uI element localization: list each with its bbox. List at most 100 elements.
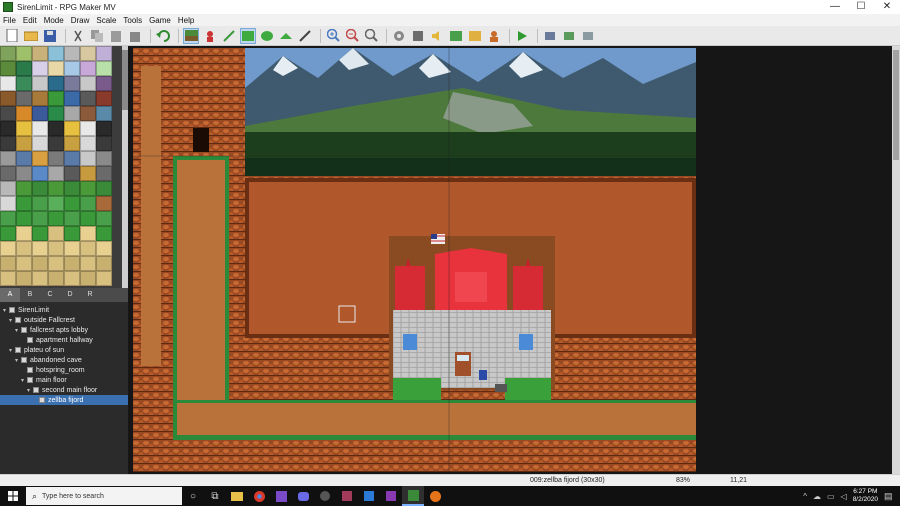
tile[interactable] xyxy=(80,136,96,151)
app-icon-generic[interactable] xyxy=(336,486,358,506)
tile[interactable] xyxy=(16,61,32,76)
tile[interactable] xyxy=(16,226,32,241)
cut-button[interactable] xyxy=(70,28,86,44)
tile[interactable] xyxy=(32,211,48,226)
tile[interactable] xyxy=(48,241,64,256)
tile[interactable] xyxy=(80,151,96,166)
tile[interactable] xyxy=(32,121,48,136)
tile[interactable] xyxy=(64,151,80,166)
tile[interactable] xyxy=(64,106,80,121)
tile[interactable] xyxy=(80,76,96,91)
tile[interactable] xyxy=(96,271,112,286)
tile[interactable] xyxy=(32,46,48,61)
rectangle-button[interactable] xyxy=(240,27,256,44)
tool-b-button[interactable] xyxy=(561,28,577,44)
taskbar-clock[interactable]: 6:27 PM 8/2/2020 xyxy=(853,488,878,504)
network-icon[interactable]: ▭ xyxy=(827,492,835,501)
tile[interactable] xyxy=(96,196,112,211)
tile[interactable] xyxy=(16,121,32,136)
tile[interactable] xyxy=(48,136,64,151)
scrollbar-thumb[interactable] xyxy=(893,50,899,160)
app-icon-store[interactable] xyxy=(358,486,380,506)
tile[interactable] xyxy=(0,76,16,91)
notifications-icon[interactable]: ▤ xyxy=(884,491,900,502)
tile[interactable] xyxy=(96,121,112,136)
plugin-manager-button[interactable] xyxy=(410,28,426,44)
tab-a[interactable]: A xyxy=(0,288,20,302)
tile[interactable] xyxy=(96,166,112,181)
menu-tools[interactable]: Tools xyxy=(123,16,142,25)
sound-test-button[interactable] xyxy=(429,28,445,44)
tile[interactable] xyxy=(80,241,96,256)
tile[interactable] xyxy=(96,46,112,61)
tile[interactable] xyxy=(32,151,48,166)
delete-button[interactable] xyxy=(127,28,143,44)
maximize-button[interactable]: ☐ xyxy=(848,0,874,14)
close-button[interactable]: ✕ xyxy=(874,0,900,14)
tile[interactable] xyxy=(48,256,64,271)
flood-fill-button[interactable] xyxy=(278,28,294,44)
tile[interactable] xyxy=(0,226,16,241)
minimize-button[interactable]: — xyxy=(822,0,848,14)
undo-button[interactable] xyxy=(155,28,171,44)
tile[interactable] xyxy=(80,271,96,286)
tile[interactable] xyxy=(80,106,96,121)
start-button[interactable] xyxy=(0,486,26,506)
tile[interactable] xyxy=(96,211,112,226)
tree-item[interactable]: ▾ plateu of sun xyxy=(0,345,128,355)
tile[interactable] xyxy=(0,121,16,136)
tile[interactable] xyxy=(64,241,80,256)
tile[interactable] xyxy=(96,136,112,151)
copy-button[interactable] xyxy=(89,28,105,44)
tile[interactable] xyxy=(64,121,80,136)
rpg-maker-taskbar-icon[interactable] xyxy=(402,486,424,506)
tile[interactable] xyxy=(16,181,32,196)
tile[interactable] xyxy=(16,106,32,121)
tile[interactable] xyxy=(32,76,48,91)
map-vertical-scrollbar[interactable] xyxy=(892,46,900,474)
menu-mode[interactable]: Mode xyxy=(44,16,64,25)
pencil-button[interactable] xyxy=(221,28,237,44)
menu-game[interactable]: Game xyxy=(149,16,171,25)
tile[interactable] xyxy=(96,241,112,256)
tile[interactable] xyxy=(64,196,80,211)
tile[interactable] xyxy=(64,76,80,91)
tile[interactable] xyxy=(0,211,16,226)
tile[interactable] xyxy=(0,241,16,256)
tile[interactable] xyxy=(64,181,80,196)
cloud-icon[interactable]: ☁ xyxy=(813,492,821,501)
tile[interactable] xyxy=(16,91,32,106)
tile[interactable] xyxy=(32,166,48,181)
tab-d[interactable]: D xyxy=(60,288,80,302)
tile[interactable] xyxy=(80,46,96,61)
tile[interactable] xyxy=(48,196,64,211)
tree-item[interactable]: ▾ abandoned cave xyxy=(0,355,128,365)
zoom-in-button[interactable] xyxy=(325,28,341,44)
cortana-icon[interactable]: ○ xyxy=(182,486,204,506)
shadow-pen-button[interactable] xyxy=(297,28,313,44)
tile-grid[interactable] xyxy=(0,46,128,286)
database-button[interactable] xyxy=(391,28,407,44)
tile[interactable] xyxy=(80,61,96,76)
tree-item[interactable]: ▾ SirenLimit xyxy=(0,305,128,315)
tab-r[interactable]: R xyxy=(80,288,100,302)
tile[interactable] xyxy=(48,76,64,91)
tile[interactable] xyxy=(32,61,48,76)
firefox-icon[interactable] xyxy=(424,486,446,506)
tile[interactable] xyxy=(48,106,64,121)
menu-scale[interactable]: Scale xyxy=(96,16,116,25)
tile[interactable] xyxy=(48,226,64,241)
actual-size-button[interactable] xyxy=(363,28,379,44)
tile[interactable] xyxy=(0,196,16,211)
taskbar-search-input[interactable]: ⌕ Type here to search xyxy=(26,487,182,505)
app-icon-purple[interactable] xyxy=(380,486,402,506)
tree-item[interactable]: ▾ fallcrest apts lobby xyxy=(0,325,128,335)
tile[interactable] xyxy=(80,226,96,241)
playtest-button[interactable] xyxy=(514,28,530,44)
signpost[interactable] xyxy=(495,384,507,392)
tile[interactable] xyxy=(0,256,16,271)
tile[interactable] xyxy=(48,271,64,286)
tile[interactable] xyxy=(0,166,16,181)
tile[interactable] xyxy=(0,271,16,286)
map-mode-button[interactable] xyxy=(183,27,199,44)
